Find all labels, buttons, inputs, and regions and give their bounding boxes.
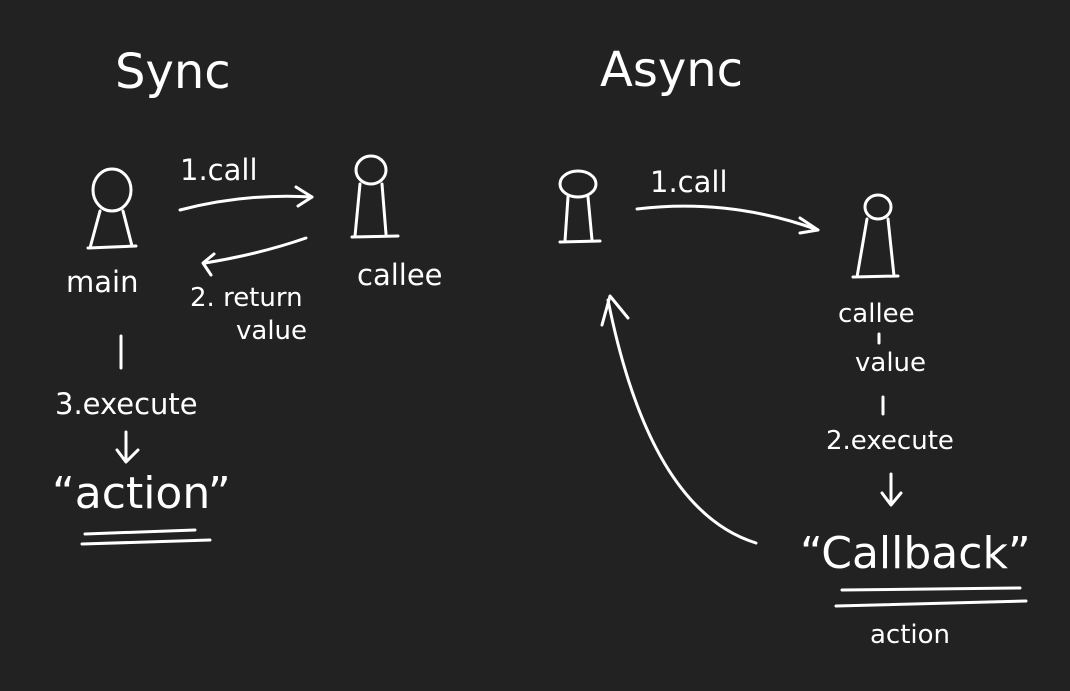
async-title: Async — [600, 42, 743, 98]
async-call-label: 1.call — [650, 165, 728, 199]
sync-action-label: “action” — [52, 468, 231, 519]
main-label: main — [66, 265, 138, 299]
async-action-label: action — [870, 620, 950, 650]
async-execute-label: 2.execute — [826, 426, 954, 456]
sync-return-label-line2: value — [236, 316, 307, 346]
callee-label: callee — [357, 258, 443, 292]
async-value-label: value — [855, 348, 926, 378]
whiteboard: Sync main callee 1.call 2. return value … — [0, 0, 1070, 686]
sync-call-arrow — [178, 185, 314, 212]
async-down-arrow — [880, 472, 903, 507]
callee-stick-figure — [350, 154, 400, 239]
async-callee-label: callee — [838, 299, 915, 329]
async-caller-stick-figure — [558, 169, 602, 244]
main-stick-figure — [86, 167, 138, 250]
sync-call-label: 1.call — [180, 153, 258, 187]
async-call-arrow — [635, 204, 820, 235]
async-callee-stick-figure — [851, 193, 900, 279]
async-callback-underline — [834, 586, 1028, 608]
async-callback-label: “Callback” — [800, 528, 1031, 579]
sync-title: Sync — [115, 44, 231, 100]
sync-execute-label: 3.execute — [55, 387, 198, 421]
async-callback-arrow — [600, 294, 758, 545]
sync-return-label-line1: 2. return — [190, 283, 303, 313]
sync-down-arrow — [115, 430, 140, 464]
diagram-canvas: Sync main callee 1.call 2. return value … — [52, 42, 1031, 650]
sync-return-arrow — [201, 236, 308, 277]
sync-action-underline — [80, 528, 212, 546]
